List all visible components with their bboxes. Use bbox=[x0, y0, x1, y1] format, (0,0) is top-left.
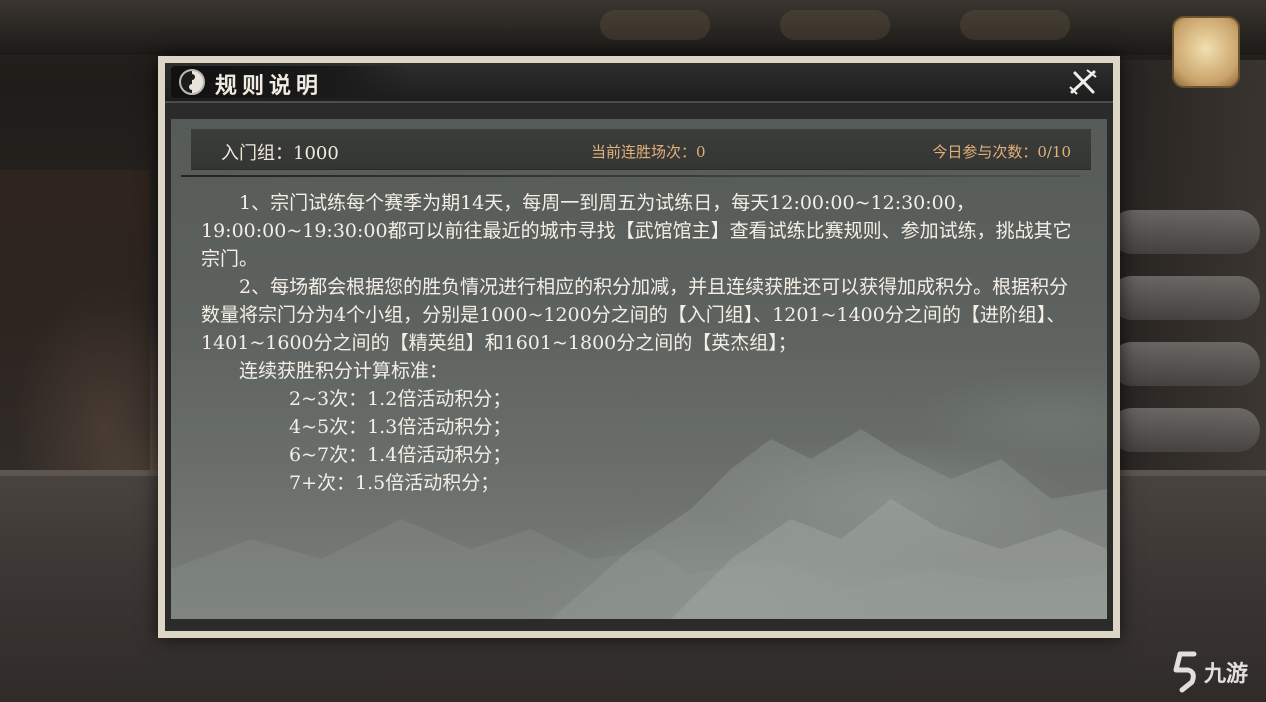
yin-yang-icon bbox=[179, 69, 205, 95]
bonus-tier: 2~3次：1.2倍活动积分； bbox=[289, 388, 512, 410]
dialog-body: 规则说明 入门组：1000 当前连胜场次：0 今日参与次数：0/10 1、宗门试… bbox=[165, 63, 1113, 631]
bonus-heading: 连续获胜积分计算标准： bbox=[239, 360, 449, 382]
close-button[interactable] bbox=[1067, 67, 1099, 97]
rule-paragraph-2: 2、每场都会根据您的胜负情况进行相应的积分加减，并且连续获胜还可以获得加成积分。… bbox=[201, 276, 1069, 354]
jiuyou-logo-icon bbox=[1173, 651, 1197, 693]
crossed-swords-close-icon[interactable] bbox=[1067, 67, 1099, 97]
background-top-item bbox=[960, 10, 1070, 40]
background-avatar bbox=[1172, 16, 1240, 88]
stats-bar: 入门组：1000 当前连胜场次：0 今日参与次数：0/10 bbox=[191, 129, 1091, 170]
dialog-title-bar: 规则说明 bbox=[165, 63, 1113, 103]
background-side-button bbox=[1110, 276, 1260, 320]
rules-dialog: 规则说明 入门组：1000 当前连胜场次：0 今日参与次数：0/10 1、宗门试… bbox=[158, 56, 1120, 638]
bonus-tier: 7+次：1.5倍活动积分； bbox=[289, 472, 500, 494]
win-streak-count: 当前连胜场次：0 bbox=[591, 143, 706, 161]
rules-content-panel: 入门组：1000 当前连胜场次：0 今日参与次数：0/10 1、宗门试练每个赛季… bbox=[171, 119, 1107, 619]
rule-paragraph-1: 1、宗门试练每个赛季为期14天，每周一到周五为试练日，每天12:00:00~12… bbox=[201, 192, 1072, 270]
bonus-tier: 6~7次：1.4倍活动积分； bbox=[289, 444, 512, 466]
daily-participation-count: 今日参与次数：0/10 bbox=[932, 143, 1071, 161]
background-top-item bbox=[780, 10, 890, 40]
rules-text: 1、宗门试练每个赛季为期14天，每周一到周五为试练日，每天12:00:00~12… bbox=[201, 189, 1081, 497]
site-watermark: 九游 bbox=[1172, 648, 1262, 696]
watermark-text: 九游 bbox=[1204, 662, 1249, 687]
background-top-item bbox=[600, 10, 710, 40]
bonus-tier: 4~5次：1.3倍活动积分； bbox=[289, 416, 512, 438]
background-shelf bbox=[0, 170, 150, 470]
stats-divider bbox=[181, 175, 1081, 177]
background-side-button bbox=[1110, 342, 1260, 386]
dialog-title: 规则说明 bbox=[215, 73, 324, 99]
background-top-bar bbox=[0, 0, 1266, 55]
background-side-button bbox=[1110, 210, 1260, 254]
background-side-button bbox=[1110, 408, 1260, 452]
current-group-score: 入门组：1000 bbox=[221, 143, 339, 164]
